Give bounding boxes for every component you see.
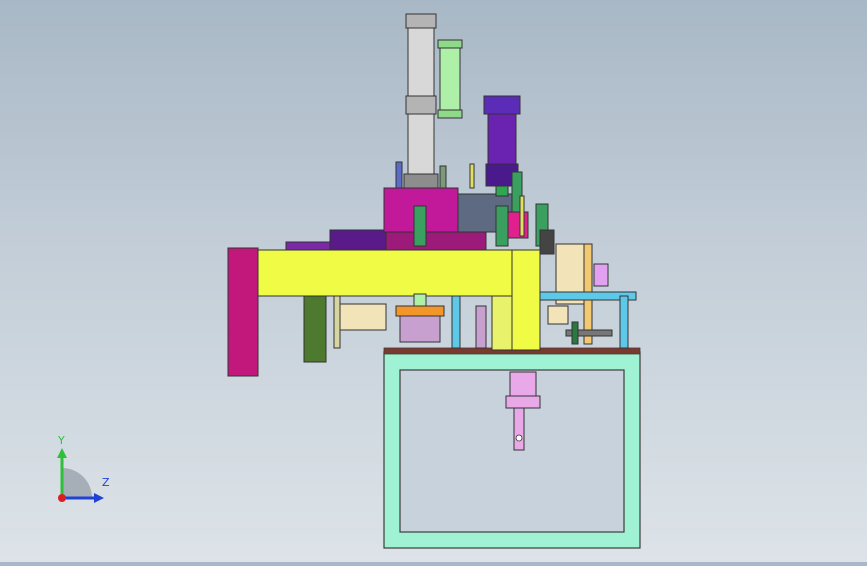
light-green-cylinder[interactable] (437, 39, 463, 119)
orientation-triad: Y Z (57, 434, 110, 503)
cyan-posts[interactable] (451, 295, 487, 349)
z-axis-label: Z (102, 476, 110, 489)
main-yellow-beam[interactable] (257, 249, 541, 351)
y-axis-arrow-icon (57, 448, 67, 458)
right-side-mechanism[interactable] (539, 229, 637, 349)
horizontal-roller[interactable] (333, 295, 387, 349)
magenta-small-block[interactable] (507, 211, 529, 239)
x-axis-origin-icon (58, 494, 66, 502)
main-vertical-cylinder[interactable] (403, 13, 439, 189)
orange-fixture[interactable] (395, 293, 445, 343)
z-axis-arrow-icon (94, 493, 104, 503)
left-side-plate[interactable] (227, 247, 259, 377)
cad-graphics-viewport[interactable]: Y Z (0, 0, 867, 562)
machine-assembly-model[interactable] (0, 0, 867, 562)
triad-xy-quadrant (62, 468, 92, 498)
y-axis-label: Y (57, 434, 65, 447)
central-press-block[interactable] (383, 187, 515, 251)
upper-purple-plate[interactable] (285, 229, 387, 251)
left-support-leg[interactable] (303, 295, 327, 363)
